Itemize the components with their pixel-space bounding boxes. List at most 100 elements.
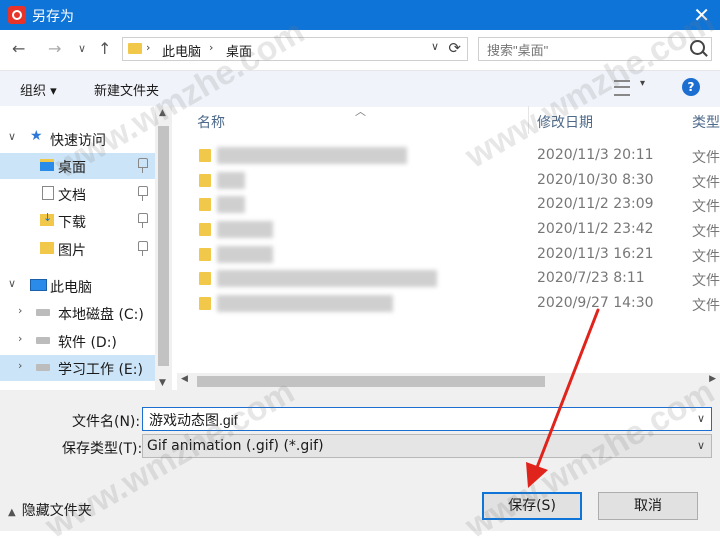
blurred-filename xyxy=(217,147,407,164)
organize-button[interactable]: 组织 ▾ xyxy=(20,80,57,99)
blurred-filename xyxy=(217,196,245,213)
file-date: 2020/11/2 23:42 xyxy=(537,221,654,237)
chevron-down-icon[interactable]: ▾ xyxy=(640,78,645,89)
filetype-select[interactable]: Gif animation (.gif) (*.gif) ∨ xyxy=(142,434,712,458)
pin-icon[interactable] xyxy=(138,213,148,228)
file-row[interactable]: 2020/11/2 23:09 文件 xyxy=(177,193,720,217)
recent-locations-icon[interactable]: ∨ xyxy=(78,42,86,55)
chevron-down-icon[interactable]: ∨ xyxy=(8,277,16,290)
filetype-label: 保存类型(T): xyxy=(62,441,143,457)
nav-desktop[interactable]: 桌面 xyxy=(0,153,155,179)
scroll-up-icon[interactable]: ▲ xyxy=(159,108,166,118)
nav-this-pc[interactable]: ∨ 此电脑 xyxy=(0,273,155,299)
hide-folders-label: 隐藏文件夹 xyxy=(21,503,92,519)
scroll-left-icon[interactable]: ◀ xyxy=(181,374,188,384)
file-date: 2020/9/27 14:30 xyxy=(537,295,654,311)
horizontal-scrollbar[interactable]: ◀ ▶ xyxy=(177,373,720,390)
nav-drive-e[interactable]: › 学习工作 (E:) xyxy=(0,355,155,381)
forward-arrow-icon[interactable]: → xyxy=(48,39,61,58)
search-input[interactable] xyxy=(485,39,679,61)
collapse-arrow-icon: ▲ xyxy=(8,507,16,518)
file-type: 文件 xyxy=(692,199,720,215)
chevron-right-icon[interactable]: › xyxy=(18,332,22,345)
nav-drive-c[interactable]: › 本地磁盘 (C:) xyxy=(0,300,155,326)
folder-icon xyxy=(199,149,211,162)
window-title: 另存为 xyxy=(32,9,74,25)
pin-icon[interactable] xyxy=(138,158,148,173)
file-row[interactable]: 2020/11/2 23:42 文件 xyxy=(177,218,720,242)
file-type: 文件 xyxy=(692,249,720,265)
title-bar: 另存为 ✕ xyxy=(0,0,720,30)
desktop-icon xyxy=(40,159,54,171)
star-icon: ★ xyxy=(30,128,43,144)
hide-folders-toggle[interactable]: ▲ 隐藏文件夹 xyxy=(8,500,92,520)
cancel-button[interactable]: 取消 xyxy=(598,492,698,520)
nav-documents[interactable]: 文档 xyxy=(0,181,155,207)
close-icon[interactable]: ✕ xyxy=(693,3,710,27)
nav-downloads[interactable]: 下载 xyxy=(0,208,155,234)
column-header-name[interactable]: 名称 xyxy=(197,112,225,132)
nav-quick-access[interactable]: ∨ ★ 快速访问 xyxy=(0,126,155,152)
file-list: ︿ 名称 修改日期 类型 2020/11/3 20:11 文件 2020/10/… xyxy=(177,106,720,390)
blurred-filename xyxy=(217,221,273,238)
column-header-date[interactable]: 修改日期 xyxy=(537,112,593,132)
navigation-scrollbar[interactable]: ▲ ▼ xyxy=(155,106,172,390)
filetype-value: Gif animation (.gif) (*.gif) xyxy=(147,438,324,454)
sort-ascending-icon: ︿ xyxy=(355,106,366,118)
file-row[interactable]: 2020/9/27 14:30 文件 xyxy=(177,292,720,316)
file-type: 文件 xyxy=(692,224,720,240)
help-icon[interactable]: ? xyxy=(682,78,700,96)
filename-label: 文件名(N): xyxy=(72,414,141,430)
blurred-filename xyxy=(217,172,245,189)
chevron-right-icon[interactable]: › xyxy=(18,304,22,317)
chevron-right-icon[interactable]: › xyxy=(18,359,22,372)
new-folder-button[interactable]: 新建文件夹 xyxy=(94,80,159,99)
scrollbar-thumb[interactable] xyxy=(197,376,545,387)
folder-icon xyxy=(199,297,211,310)
nav-label: 软件 (D:) xyxy=(58,335,117,351)
search-icon[interactable] xyxy=(690,40,705,55)
folder-icon xyxy=(128,43,142,54)
chevron-right-icon: › xyxy=(146,41,151,54)
chevron-down-icon[interactable]: ∨ xyxy=(8,130,16,143)
chevron-down-icon[interactable]: ∨ xyxy=(431,40,439,53)
nav-pictures[interactable]: 图片 xyxy=(0,236,155,262)
file-row[interactable]: 2020/10/30 8:30 文件 xyxy=(177,169,720,193)
file-type: 文件 xyxy=(692,150,720,166)
command-bar: 组织 ▾ 新建文件夹 xyxy=(0,70,720,107)
address-bar[interactable]: › 此电脑 › 桌面 ∨ ⟳ xyxy=(122,37,468,61)
file-row[interactable]: 2020/11/3 20:11 文件 xyxy=(177,144,720,168)
file-row[interactable]: 2020/11/3 16:21 文件 xyxy=(177,243,720,267)
file-date: 2020/7/23 8:11 xyxy=(537,270,645,286)
column-header-type[interactable]: 类型 xyxy=(692,112,720,132)
pin-icon[interactable] xyxy=(138,186,148,201)
nav-drive-d[interactable]: › 软件 (D:) xyxy=(0,328,155,354)
up-arrow-icon[interactable]: ↑ xyxy=(98,39,111,58)
filename-input[interactable] xyxy=(147,409,671,431)
scroll-down-icon[interactable]: ▼ xyxy=(159,378,166,388)
navigation-pane: ∨ ★ 快速访问 桌面 文档 下载 图片 ∨ 此电脑 › 本地磁盘 (C:) ›… xyxy=(0,106,155,390)
chevron-down-icon[interactable]: ∨ xyxy=(697,412,705,425)
view-options-icon[interactable] xyxy=(614,80,630,96)
filename-combobox[interactable]: ∨ xyxy=(142,407,712,431)
pictures-icon xyxy=(40,242,54,254)
refresh-icon[interactable]: ⟳ xyxy=(448,39,461,57)
file-date: 2020/10/30 8:30 xyxy=(537,172,654,188)
file-date: 2020/11/3 16:21 xyxy=(537,246,654,262)
breadcrumb-desktop[interactable]: 桌面 xyxy=(226,41,252,60)
chevron-right-icon: › xyxy=(209,41,214,54)
scrollbar-thumb[interactable] xyxy=(158,126,169,366)
scroll-right-icon[interactable]: ▶ xyxy=(709,374,716,384)
pin-icon[interactable] xyxy=(138,241,148,256)
back-arrow-icon[interactable]: ← xyxy=(12,39,25,58)
search-box[interactable] xyxy=(478,37,712,61)
save-button[interactable]: 保存(S) xyxy=(482,492,582,520)
drive-icon xyxy=(36,337,50,344)
file-row[interactable]: 2020/7/23 8:11 文件 xyxy=(177,267,720,291)
chevron-down-icon[interactable]: ∨ xyxy=(697,439,705,452)
nav-label: 本地磁盘 (C:) xyxy=(58,307,144,323)
breadcrumb-this-pc[interactable]: 此电脑 xyxy=(162,41,201,60)
column-divider[interactable] xyxy=(528,106,529,134)
nav-label: 学习工作 (E:) xyxy=(58,362,143,378)
nav-label: 图片 xyxy=(58,243,86,259)
